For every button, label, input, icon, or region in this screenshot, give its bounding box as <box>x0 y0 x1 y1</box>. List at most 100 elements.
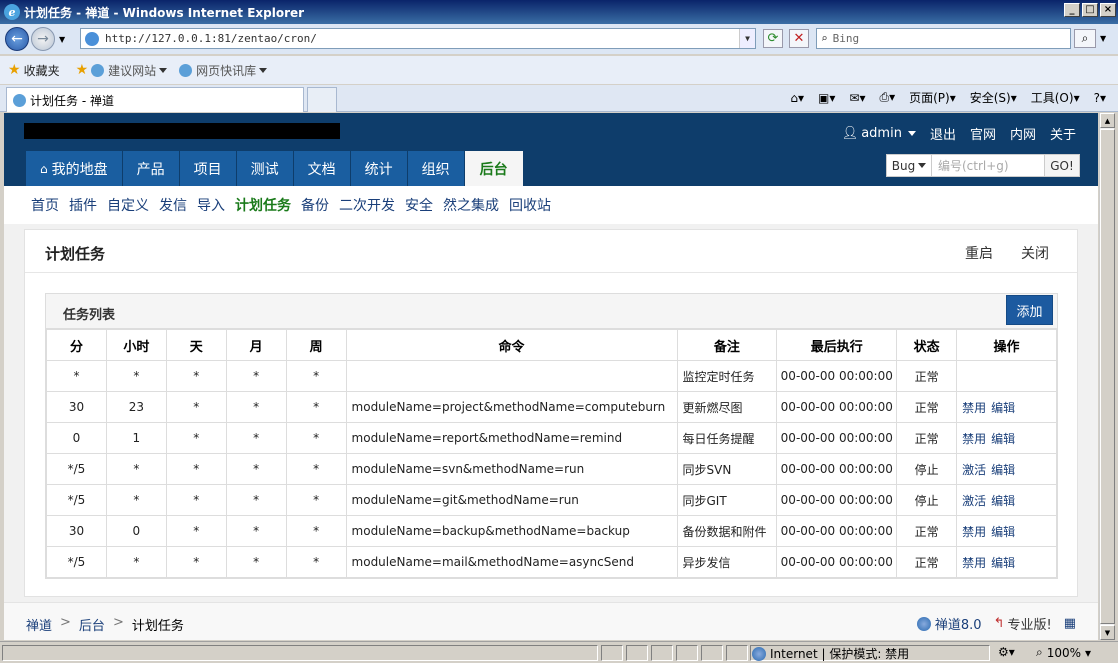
subnav-backup[interactable]: 备份 <box>301 195 329 215</box>
add-task-button[interactable]: 添加 <box>1006 295 1053 325</box>
safety-menu[interactable]: 安全(S)▾ <box>970 89 1017 106</box>
cell-week: * <box>285 453 347 485</box>
edit-action-link[interactable]: 编辑 <box>991 556 1015 570</box>
mail-icon[interactable]: ✉▾ <box>849 91 865 105</box>
page-title: 计划任务 <box>45 245 106 263</box>
internet-zone-icon <box>752 646 766 661</box>
version-link[interactable]: 禅道8.0 <box>916 614 982 633</box>
panel-actions: 重启 关闭 <box>965 243 1049 263</box>
minimize-button[interactable]: _ <box>1064 3 1080 17</box>
toggle-action-link[interactable]: 激活 <box>962 494 986 508</box>
nav-my[interactable]: ⌂ 我的地盘 <box>26 151 123 186</box>
zone-indicator[interactable]: Internet | 保护模式: 禁用 <box>752 645 909 662</box>
refresh-button[interactable]: ⟳ <box>763 29 783 48</box>
turnoff-link[interactable]: 关闭 <box>1021 243 1049 263</box>
feeds-icon[interactable]: ▣▾ <box>818 91 835 105</box>
search-go-button[interactable]: ⌕ <box>1074 29 1096 48</box>
toggle-action-link[interactable]: 禁用 <box>962 401 986 415</box>
history-dropdown-icon[interactable]: ▼ <box>59 35 65 44</box>
breadcrumb-home[interactable]: 禅道 <box>26 615 52 634</box>
page-menu[interactable]: 页面(P)▾ <box>909 89 956 106</box>
subnav-extension[interactable]: 插件 <box>69 195 97 215</box>
scroll-up-icon[interactable]: ▲ <box>1100 113 1115 128</box>
panel-header: 计划任务 重启 关闭 <box>25 230 1077 273</box>
ie-page-icon <box>13 93 26 107</box>
col-header: 周 <box>285 329 347 361</box>
cell-minute: */5 <box>46 453 107 485</box>
maximize-button[interactable]: □ <box>1082 3 1098 17</box>
new-tab-button[interactable] <box>307 87 337 112</box>
nav-admin[interactable]: 后台 <box>464 151 524 186</box>
toggle-action-link[interactable]: 禁用 <box>962 525 986 539</box>
chevron-down-icon <box>907 131 916 136</box>
toggle-action-link[interactable]: 禁用 <box>962 432 986 446</box>
edit-action-link[interactable]: 编辑 <box>991 525 1015 539</box>
web-slice-gallery-link[interactable]: 网页快讯库 <box>179 62 268 79</box>
col-header: 小时 <box>105 329 167 361</box>
nav-report[interactable]: 统计 <box>350 151 408 186</box>
search-engine-icon: ⌕ <box>821 32 828 45</box>
edit-action-link[interactable]: 编辑 <box>991 494 1015 508</box>
restart-link[interactable]: 重启 <box>965 243 993 263</box>
toggle-action-link[interactable]: 禁用 <box>962 556 986 570</box>
intranet-link[interactable]: 内网 <box>1010 124 1036 143</box>
about-link[interactable]: 关于 <box>1050 124 1076 143</box>
table-header-row: 分 小时 天 月 周 命令 备注 最后执行 状态 操作 <box>46 329 1057 361</box>
subnav-safe[interactable]: 安全 <box>405 195 433 215</box>
print-icon[interactable]: ⎙▾ <box>879 90 895 105</box>
cell-remark: 备份数据和附件 <box>676 515 778 547</box>
edit-action-link[interactable]: 编辑 <box>991 401 1015 415</box>
help-icon[interactable]: ?▾ <box>1094 91 1106 105</box>
breadcrumb-admin[interactable]: 后台 <box>79 615 105 634</box>
address-input[interactable]: http://127.0.0.1:81/zentao/cron/ ▼ <box>80 28 756 49</box>
back-button[interactable]: ← <box>5 27 29 51</box>
toggle-action-link[interactable]: 激活 <box>962 463 986 477</box>
subnav-trash[interactable]: 回收站 <box>509 195 551 215</box>
suggested-sites-link[interactable]: ★ 建议网站 <box>76 62 168 79</box>
nav-qa[interactable]: 测试 <box>236 151 294 186</box>
subnav-mail[interactable]: 发信 <box>159 195 187 215</box>
search-input[interactable]: ⌕ Bing <box>816 28 1071 49</box>
zoom-control[interactable]: ⌕ 100% ▾ <box>1036 645 1091 660</box>
tools-menu[interactable]: 工具(O)▾ <box>1031 89 1080 106</box>
search-type-select[interactable]: Bug <box>886 154 932 177</box>
scroll-down-icon[interactable]: ▼ <box>1100 625 1115 640</box>
qrcode-icon[interactable]: ▦ <box>1064 616 1076 631</box>
scroll-thumb[interactable] <box>1100 129 1115 624</box>
close-window-button[interactable]: × <box>1100 3 1116 17</box>
home-icon[interactable]: ⌂▾ <box>790 91 804 105</box>
go-button[interactable]: GO! <box>1045 154 1080 177</box>
logout-link[interactable]: 退出 <box>930 124 956 143</box>
tab-current[interactable]: 计划任务 - 禅道 <box>6 87 304 112</box>
security-status-icon[interactable]: ⚙▾ <box>998 645 1015 659</box>
forward-button[interactable]: → <box>31 27 55 51</box>
edit-action-link[interactable]: 编辑 <box>991 432 1015 446</box>
edit-action-link[interactable]: 编辑 <box>991 463 1015 477</box>
subnav-custom[interactable]: 自定义 <box>107 195 149 215</box>
subnav-home[interactable]: 首页 <box>31 195 59 215</box>
stop-button[interactable]: ✕ <box>789 29 809 48</box>
subnav-convert[interactable]: 导入 <box>197 195 225 215</box>
nav-doc[interactable]: 文档 <box>293 151 351 186</box>
user-dropdown[interactable]: 👤︎ admin <box>842 126 916 141</box>
cell-minute: */5 <box>46 546 107 578</box>
search-options-icon[interactable]: ▼ <box>1100 34 1106 43</box>
cell-minute: 30 <box>46 391 107 423</box>
vertical-scrollbar[interactable]: ▲ ▼ <box>1099 113 1115 640</box>
page-viewport: 👤︎ admin 退出 官网 内网 关于 ⌂ 我的地盘 产品 项目 测试 文档 统… <box>4 113 1098 640</box>
favorites-button[interactable]: ★ 收藏夹 <box>8 62 60 79</box>
cell-remark: 同步SVN <box>676 453 778 485</box>
nav-product[interactable]: 产品 <box>122 151 180 186</box>
nav-project[interactable]: 项目 <box>179 151 237 186</box>
cell-week: * <box>285 515 347 547</box>
subnav-cron[interactable]: 计划任务 <box>235 195 291 215</box>
subnav-ranzhi[interactable]: 然之集成 <box>443 195 499 215</box>
status-cell <box>651 645 673 661</box>
cell-month: * <box>225 546 287 578</box>
address-dropdown-icon[interactable]: ▼ <box>739 29 755 48</box>
search-id-input[interactable]: 编号(ctrl+g) <box>932 154 1045 177</box>
official-site-link[interactable]: 官网 <box>970 124 996 143</box>
subnav-dev[interactable]: 二次开发 <box>339 195 395 215</box>
pro-link[interactable]: ↰ 专业版! <box>994 614 1052 633</box>
nav-company[interactable]: 组织 <box>407 151 465 186</box>
